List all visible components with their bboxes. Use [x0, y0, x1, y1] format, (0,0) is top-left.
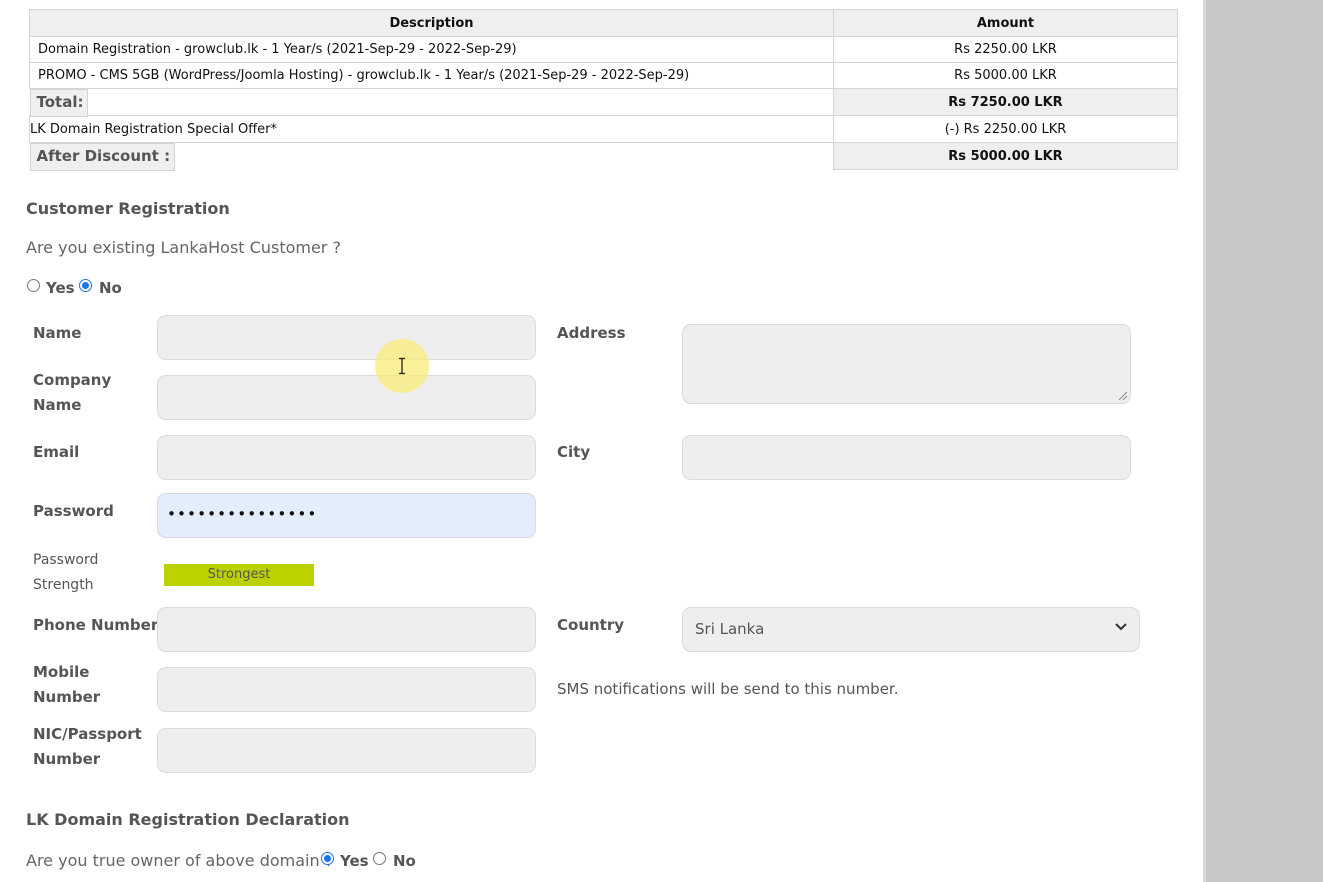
page-edge-shadow	[1203, 0, 1206, 882]
company-name-input[interactable]	[157, 375, 536, 420]
nic-label-line2: Number	[33, 750, 101, 768]
declaration-heading: LK Domain Registration Declaration	[26, 810, 350, 829]
address-textarea[interactable]	[682, 324, 1131, 404]
existing-customer-question: Are you existing LankaHost Customer ?	[26, 238, 341, 257]
address-label: Address	[557, 324, 626, 342]
declaration-question: Are you true owner of above domain ?	[26, 851, 334, 870]
owner-yes-label[interactable]: Yes	[340, 852, 369, 870]
total-label: Total:	[29, 89, 89, 117]
existing-yes-radio[interactable]	[27, 279, 40, 292]
total-row: Total: Rs 7250.00 LKR	[29, 88, 1178, 117]
country-select[interactable]: Sri Lanka	[682, 607, 1140, 652]
total-value: Rs 7250.00 LKR	[833, 88, 1178, 116]
phone-input[interactable]	[157, 607, 536, 652]
city-input[interactable]	[682, 435, 1131, 480]
city-label: City	[557, 443, 591, 461]
existing-yes-label[interactable]: Yes	[46, 279, 75, 297]
password-strength-label-line1: Password	[33, 552, 99, 568]
company-label-line2: Name	[33, 396, 82, 414]
nic-label-line1: NIC/Passport	[33, 725, 142, 743]
customer-registration-heading: Customer Registration	[26, 199, 230, 218]
mobile-label-line1: Mobile	[33, 663, 90, 681]
item-amount: Rs 2250.00 LKR	[833, 36, 1178, 63]
after-discount-value: Rs 5000.00 LKR	[833, 142, 1178, 170]
password-value: •••••••••••••••	[167, 505, 318, 523]
offer-row: LK Domain Registration Special Offer* (-…	[29, 115, 1178, 143]
password-strength-meter: Strongest	[164, 564, 314, 586]
password-strength-label-line2: Strength	[33, 577, 94, 593]
owner-no-label[interactable]: No	[393, 852, 416, 870]
chevron-down-icon	[1115, 623, 1127, 631]
text-cursor-icon	[399, 357, 405, 375]
owner-yes-radio[interactable]	[321, 852, 334, 865]
description-header: Description	[29, 9, 834, 37]
existing-no-radio[interactable]	[79, 279, 92, 292]
country-label: Country	[557, 616, 625, 634]
name-label: Name	[33, 324, 82, 342]
resize-handle-icon[interactable]	[1118, 391, 1127, 400]
password-label: Password	[33, 502, 114, 520]
amount-header: Amount	[833, 9, 1178, 37]
email-input[interactable]	[157, 435, 536, 480]
email-label: Email	[33, 443, 80, 461]
invoice-header-row: Description Amount	[29, 9, 1178, 37]
offer-label: LK Domain Registration Special Offer*	[29, 115, 834, 143]
password-input[interactable]: •••••••••••••••	[157, 493, 536, 538]
after-discount-row: After Discount : Rs 5000.00 LKR	[29, 142, 1178, 171]
name-input[interactable]	[157, 315, 536, 360]
owner-no-radio[interactable]	[373, 852, 386, 865]
invoice-item-row: PROMO - CMS 5GB (WordPress/Joomla Hostin…	[29, 62, 1178, 89]
invoice-table: Description Amount Domain Registration -…	[29, 9, 1178, 171]
company-label-line1: Company	[33, 371, 112, 389]
invoice-item-row: Domain Registration - growclub.lk - 1 Ye…	[29, 36, 1178, 63]
nic-input[interactable]	[157, 728, 536, 773]
item-description: Domain Registration - growclub.lk - 1 Ye…	[29, 36, 834, 63]
item-description: PROMO - CMS 5GB (WordPress/Joomla Hostin…	[29, 62, 834, 89]
item-amount: Rs 5000.00 LKR	[833, 62, 1178, 89]
offer-value: (-) Rs 2250.00 LKR	[833, 115, 1178, 143]
phone-label: Phone Number	[33, 616, 159, 634]
sms-hint: SMS notifications will be send to this n…	[557, 680, 899, 698]
checkout-panel: Description Amount Domain Registration -…	[0, 0, 1203, 882]
after-discount-label: After Discount :	[29, 143, 176, 171]
mobile-input[interactable]	[157, 667, 536, 712]
existing-no-label[interactable]: No	[99, 279, 122, 297]
country-selected-value: Sri Lanka	[695, 620, 765, 638]
mobile-label-line2: Number	[33, 688, 101, 706]
